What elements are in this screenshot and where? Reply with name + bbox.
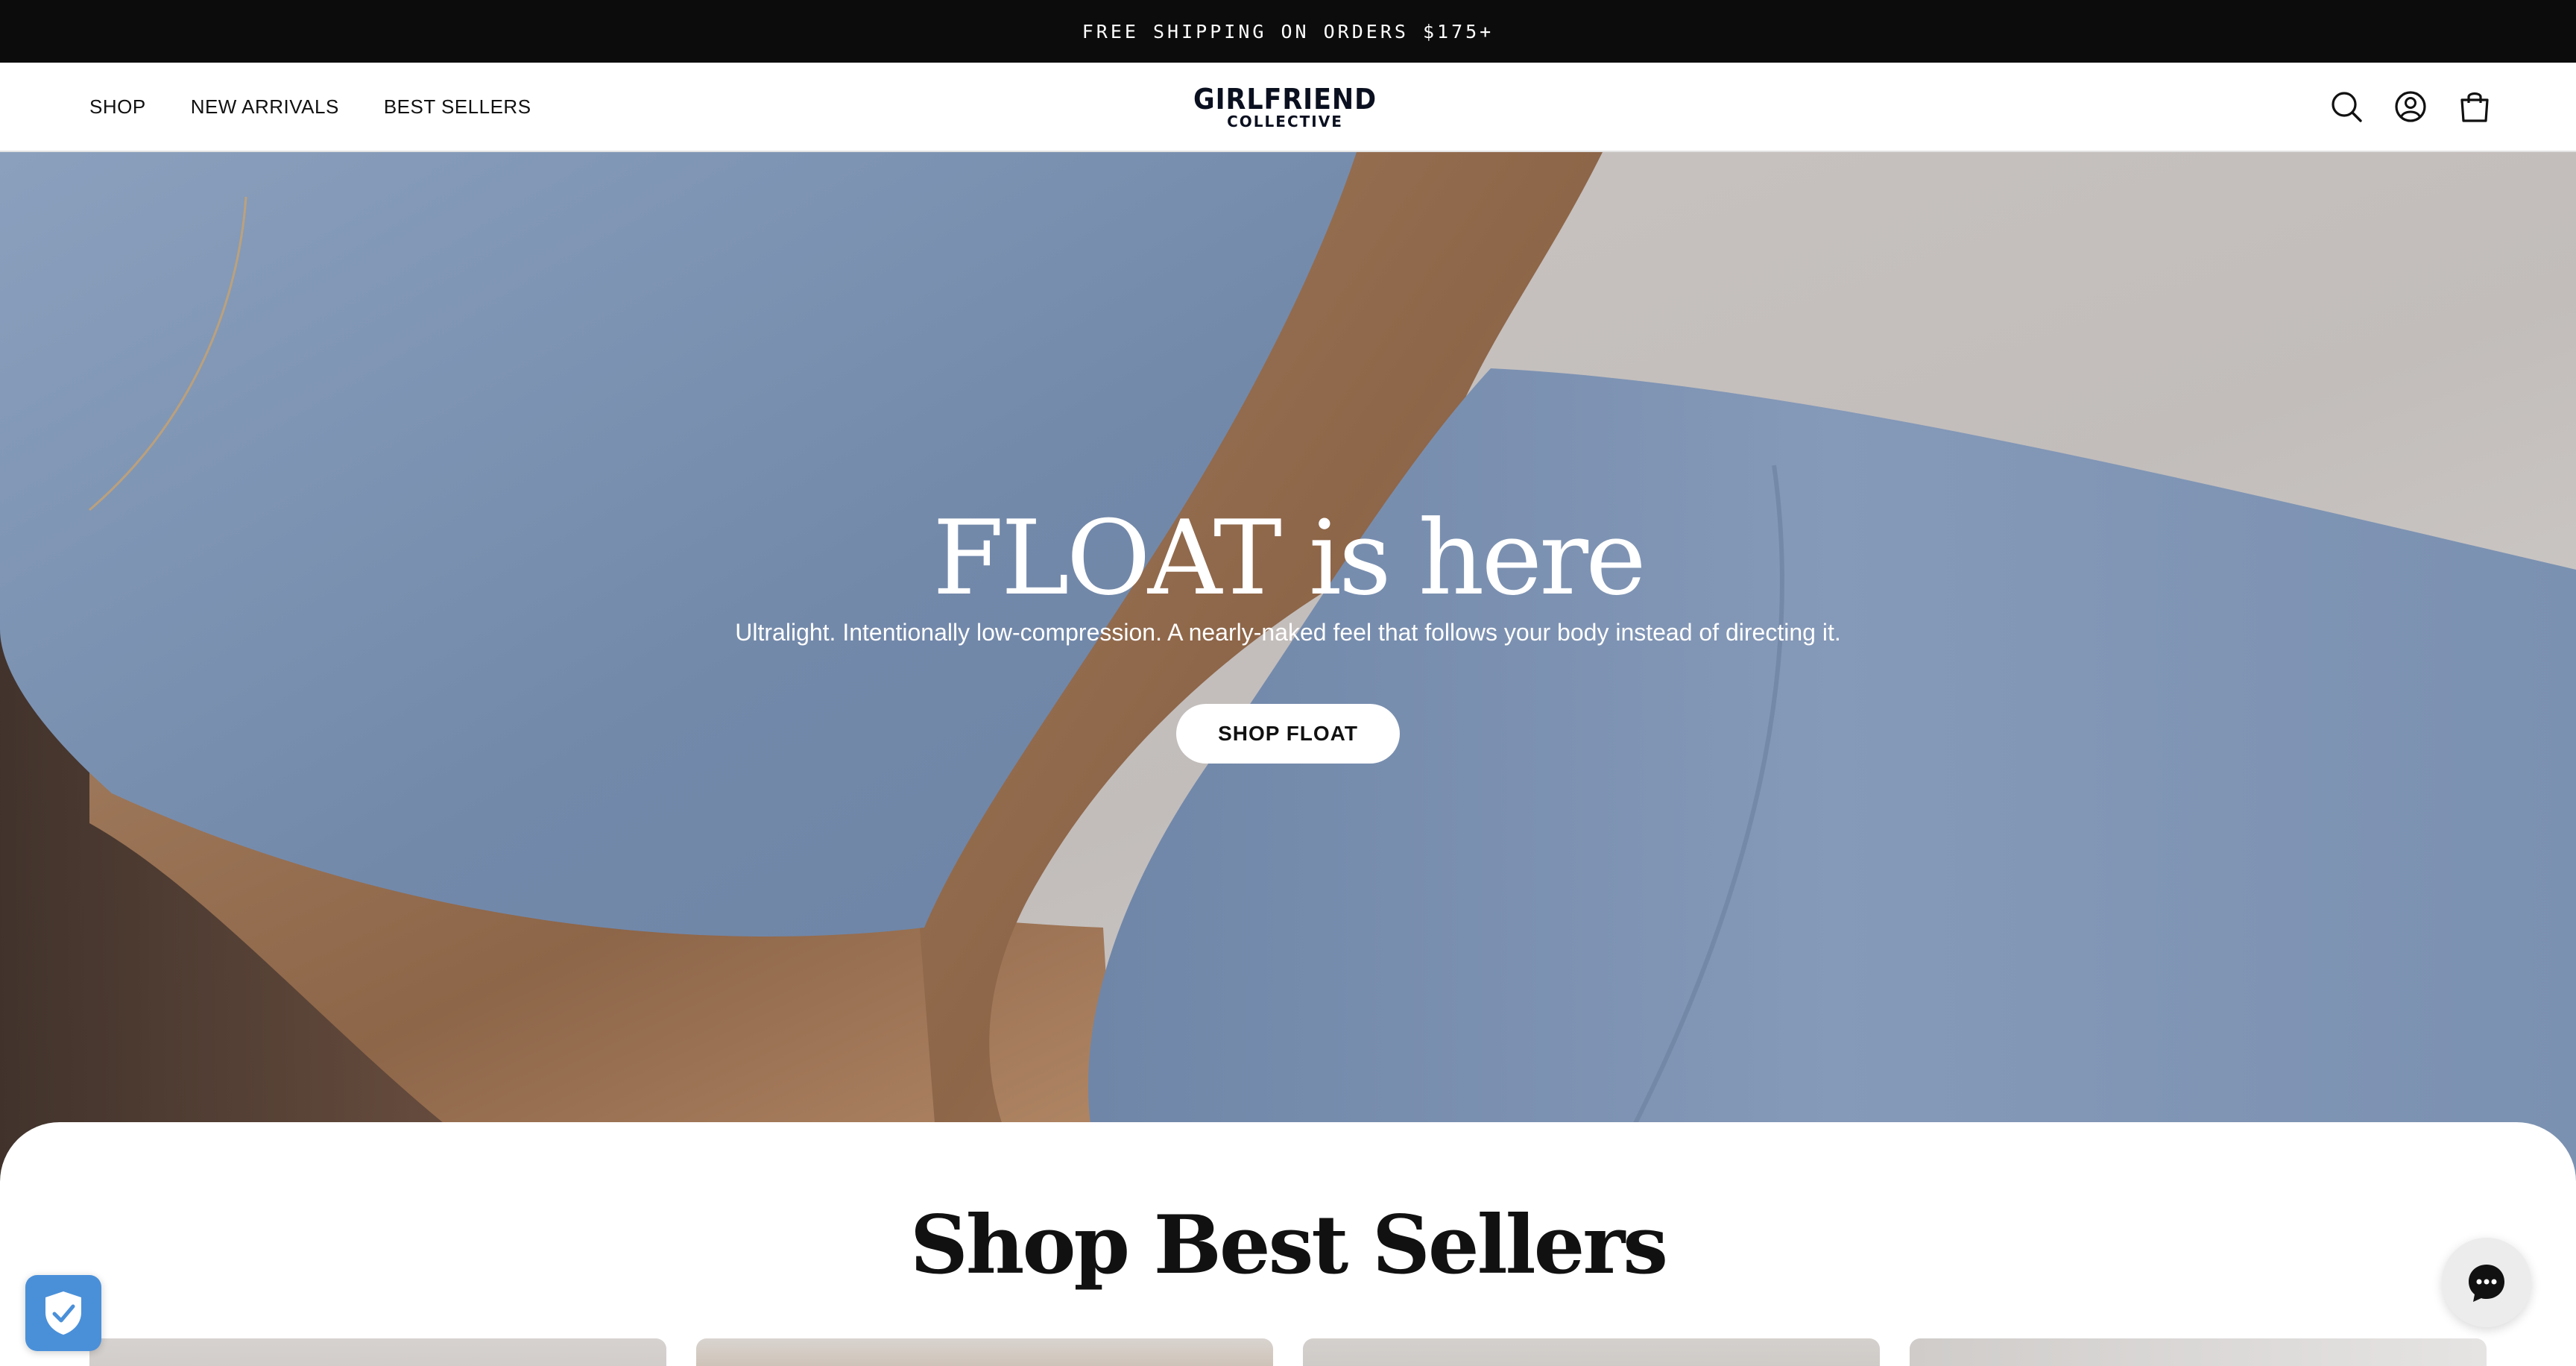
nav-shop[interactable]: SHOP xyxy=(89,95,146,119)
product-card[interactable] xyxy=(696,1338,1273,1366)
nav-best-sellers[interactable]: BEST SELLERS xyxy=(384,95,531,119)
privacy-shield-button[interactable] xyxy=(25,1275,101,1351)
announcement-text: FREE SHIPPING ON ORDERS $175+ xyxy=(1082,20,1494,43)
account-button[interactable] xyxy=(2393,89,2428,125)
announcement-bar: FREE SHIPPING ON ORDERS $175+ xyxy=(0,0,2576,63)
hero-title: FLOAT is here xyxy=(932,498,1647,618)
product-card[interactable] xyxy=(1303,1338,1880,1366)
shop-float-button[interactable]: SHOP FLOAT xyxy=(1176,704,1400,764)
account-icon xyxy=(2395,91,2426,122)
shield-icon xyxy=(45,1291,81,1335)
cart-button[interactable] xyxy=(2457,89,2493,125)
hero-copy: FLOAT is here Ultralight. Intentionally … xyxy=(0,503,2576,646)
search-button[interactable] xyxy=(2329,89,2364,125)
hero-image xyxy=(0,152,2576,1181)
cart-icon xyxy=(2460,92,2489,122)
product-card[interactable] xyxy=(89,1338,666,1366)
chat-icon xyxy=(2469,1265,2504,1302)
product-card[interactable] xyxy=(1910,1338,2487,1366)
best-sellers-section: Shop Best Sellers xyxy=(0,1122,2576,1366)
brand-logo[interactable]: GIRLFRIEND COLLECTIVE xyxy=(1182,85,1388,130)
header-actions xyxy=(2329,63,2493,151)
logo-line-1: GIRLFRIEND xyxy=(1193,83,1377,116)
product-grid xyxy=(89,1338,2487,1366)
hero-banner[interactable]: FLOAT is here Ultralight. Intentionally … xyxy=(0,152,2576,1181)
search-icon xyxy=(2332,92,2362,122)
site-header: SHOP NEW ARRIVALS BEST SELLERS GIRLFRIEN… xyxy=(0,63,2576,152)
primary-nav: SHOP NEW ARRIVALS BEST SELLERS xyxy=(89,63,531,151)
nav-new-arrivals[interactable]: NEW ARRIVALS xyxy=(191,95,339,119)
chat-button[interactable] xyxy=(2442,1238,2531,1327)
logo-line-2: COLLECTIVE xyxy=(1227,113,1343,130)
hero-subtitle: Ultralight. Intentionally low-compressio… xyxy=(735,619,1841,646)
best-sellers-title: Shop Best Sellers xyxy=(909,1198,1668,1292)
